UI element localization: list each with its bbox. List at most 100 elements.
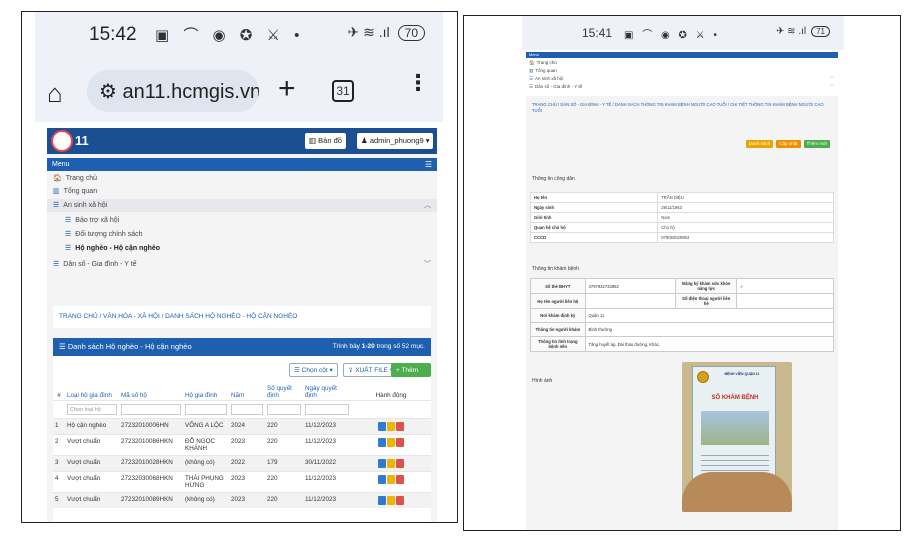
- col-decision-date[interactable]: Ngày quyết định: [303, 384, 351, 401]
- col-household-code[interactable]: Mã số hộ: [119, 384, 183, 401]
- col-index[interactable]: #: [53, 384, 65, 401]
- notification-icons: ▣ ⌒ ◉ ✪ ⚔ •: [155, 27, 305, 44]
- view-icon[interactable]: [377, 475, 386, 484]
- col-year[interactable]: Năm: [229, 384, 265, 401]
- exam-label: Họ tên người liên hệ: [530, 293, 586, 309]
- chevron-down-icon: ﹀: [829, 84, 835, 89]
- hand-image: [682, 472, 792, 512]
- sidebar-item-social-security[interactable]: ☰ An sinh xã hội ﹀: [526, 75, 838, 83]
- exam-label: Thông tin tình trạng bệnh nền: [530, 336, 586, 352]
- sidebar-item-population-health[interactable]: ☰ Dân số - Gia đình - Y tế ﹀: [47, 258, 437, 271]
- exam-label: Số thẻ BHYT: [530, 278, 586, 294]
- cell-name: VÕNG A LỘC: [183, 418, 229, 435]
- medical-book: BỆNH VIỆN QUẬN 11 SỔ KHÁM BỆNH: [692, 366, 776, 484]
- table-row[interactable]: 4 Vượt chuẩn 27232030068HKN THÁI PHỤNG H…: [53, 471, 431, 493]
- breadcrumb[interactable]: TRANG CHỦ / VĂN HÓA - XÃ HỘI / DANH SÁCH…: [53, 306, 431, 328]
- cell-year: 2023: [229, 492, 265, 508]
- edit-icon[interactable]: [386, 422, 395, 431]
- table-row[interactable]: 3 Vượt chuẩn 27232010028HKN (không có) 2…: [53, 455, 431, 472]
- cell-code: 27232030068HKN: [119, 471, 183, 493]
- brand-number: 11: [75, 133, 89, 148]
- info-value: Nam: [657, 212, 834, 223]
- filter-cell: [183, 400, 229, 419]
- cell-code: 27232010006HN: [119, 418, 183, 435]
- add-new-button[interactable]: + Thêm mới: [391, 363, 431, 387]
- table-row[interactable]: 2 Vượt chuẩn 27232010086HKN ĐỖ NGỌC KHÁN…: [53, 434, 431, 456]
- sidebar-item-overview[interactable]: ▥ Tổng quan: [47, 185, 437, 198]
- logo-icon[interactable]: [51, 130, 73, 152]
- site-settings-icon[interactable]: ⚙: [99, 81, 123, 103]
- count-suffix: trong số 52 mục.: [374, 343, 425, 350]
- tab-switcher-button[interactable]: 31: [332, 80, 354, 102]
- count-range: 1-20: [361, 343, 375, 350]
- exam-label: Thông tin người khám: [530, 322, 586, 337]
- delete-icon[interactable]: [395, 438, 404, 447]
- more-menu-icon[interactable]: ⋮: [407, 71, 429, 93]
- sidebar-item-policy-subjects[interactable]: ☰ Đối tượng chính sách: [47, 228, 437, 241]
- col-decision-no[interactable]: Số quyết định: [265, 384, 303, 401]
- export-button[interactable]: ⇪ XUẤT FILE ▾: [343, 363, 399, 377]
- col-household-name[interactable]: Hộ gia đình: [183, 384, 229, 401]
- url-bar[interactable]: ⚙ an11.hcmgis.vn: [87, 70, 259, 112]
- delete-icon[interactable]: [395, 496, 404, 505]
- hamburger-icon[interactable]: ☰: [425, 158, 432, 171]
- book-building-image: [701, 411, 769, 445]
- menu-header[interactable]: Menu ☰: [47, 158, 437, 171]
- col-household-type[interactable]: Loại hộ gia đình: [65, 384, 119, 401]
- sidebar-item-population-health[interactable]: ☰ Dân số - Gia đình - Y tế ﹀: [526, 83, 838, 91]
- add-new-button[interactable]: Thêm mới: [803, 140, 830, 148]
- name-filter[interactable]: [185, 404, 227, 415]
- exam-value: [736, 293, 834, 309]
- edit-icon[interactable]: [386, 496, 395, 505]
- exam-section-title: Thông tin khám bệnh: [532, 266, 579, 272]
- list-icon: ☰: [53, 202, 60, 209]
- sidebar-item-home[interactable]: 🏠 Trang chủ: [47, 172, 437, 185]
- exam-label: Số điện thoại người liên hệ: [675, 293, 738, 309]
- breadcrumb[interactable]: TRANG CHỦ / DÂN SỐ - GIA ĐÌNH - Y TẾ / D…: [532, 102, 832, 114]
- household-type-filter[interactable]: Chọn loại hộ: [67, 404, 117, 415]
- list-icon: ☰: [53, 261, 60, 268]
- delete-icon[interactable]: [395, 422, 404, 431]
- choose-columns-button[interactable]: ☰ Chọn cột ▾: [289, 363, 338, 377]
- edit-icon[interactable]: [386, 475, 395, 484]
- decision-filter[interactable]: [267, 404, 301, 415]
- year-filter[interactable]: [231, 404, 263, 415]
- update-button[interactable]: Cập nhật: [776, 140, 801, 148]
- view-icon[interactable]: [377, 459, 386, 468]
- sidebar-item-social-protection[interactable]: ☰ Bảo trợ xã hội: [47, 214, 437, 227]
- code-filter[interactable]: [121, 404, 181, 415]
- view-icon[interactable]: [377, 422, 386, 431]
- delete-icon[interactable]: [395, 475, 404, 484]
- menu-header[interactable]: Menu: [526, 52, 838, 58]
- date-filter[interactable]: [305, 404, 349, 415]
- sidebar-item-home[interactable]: 🏠 Trang chủ: [526, 59, 838, 67]
- cell-decision: 220: [265, 418, 303, 435]
- sidebar-item-social-security[interactable]: ☰ An sinh xã hội ︿: [47, 199, 437, 212]
- edit-icon[interactable]: [386, 459, 395, 468]
- list-icon: ☰: [59, 342, 68, 351]
- table-row[interactable]: 1 Hộ cận nghèo 27232010006HN VÕNG A LỘC …: [53, 418, 431, 435]
- sidebar-item-poor-households[interactable]: ☰ Hộ nghèo - Hộ cận nghèo: [47, 242, 437, 255]
- view-icon[interactable]: [377, 496, 386, 505]
- filter-cell: [229, 400, 265, 419]
- delete-icon[interactable]: [395, 459, 404, 468]
- citizen-section-title: Thông tin công dân: [532, 176, 575, 182]
- edit-icon[interactable]: [386, 438, 395, 447]
- sidebar-item-overview[interactable]: ▥ Tổng quan: [526, 67, 838, 75]
- table-row[interactable]: 5 Vượt chuẩn 27232010089HKN (không có) 2…: [53, 492, 431, 508]
- household-table: # Loại hộ gia đình Mã số hộ Hộ gia đình …: [53, 384, 431, 508]
- map-button[interactable]: ▥ Bản đồ: [305, 133, 346, 149]
- medical-book-photo[interactable]: BỆNH VIỆN QUẬN 11 SỔ KHÁM BỆNH: [682, 362, 792, 512]
- view-icon[interactable]: [377, 438, 386, 447]
- home-icon[interactable]: ⌂: [47, 78, 63, 109]
- cell-name: THÁI PHỤNG HƯNG: [183, 471, 229, 493]
- new-tab-button[interactable]: +: [278, 74, 296, 104]
- user-menu-button[interactable]: ♟ admin_phuong9 ▾: [357, 133, 434, 149]
- hospital-emblem-icon: [697, 371, 709, 383]
- cell-type: Vượt chuẩn: [65, 455, 119, 472]
- sidebar-item-label: Trang chủ: [65, 175, 97, 182]
- filter-cell: [265, 400, 303, 419]
- sidebar-item-label: Bảo trợ xã hội: [75, 217, 120, 224]
- list-button[interactable]: Danh sách: [745, 140, 774, 148]
- status-time: 15:41: [582, 26, 613, 40]
